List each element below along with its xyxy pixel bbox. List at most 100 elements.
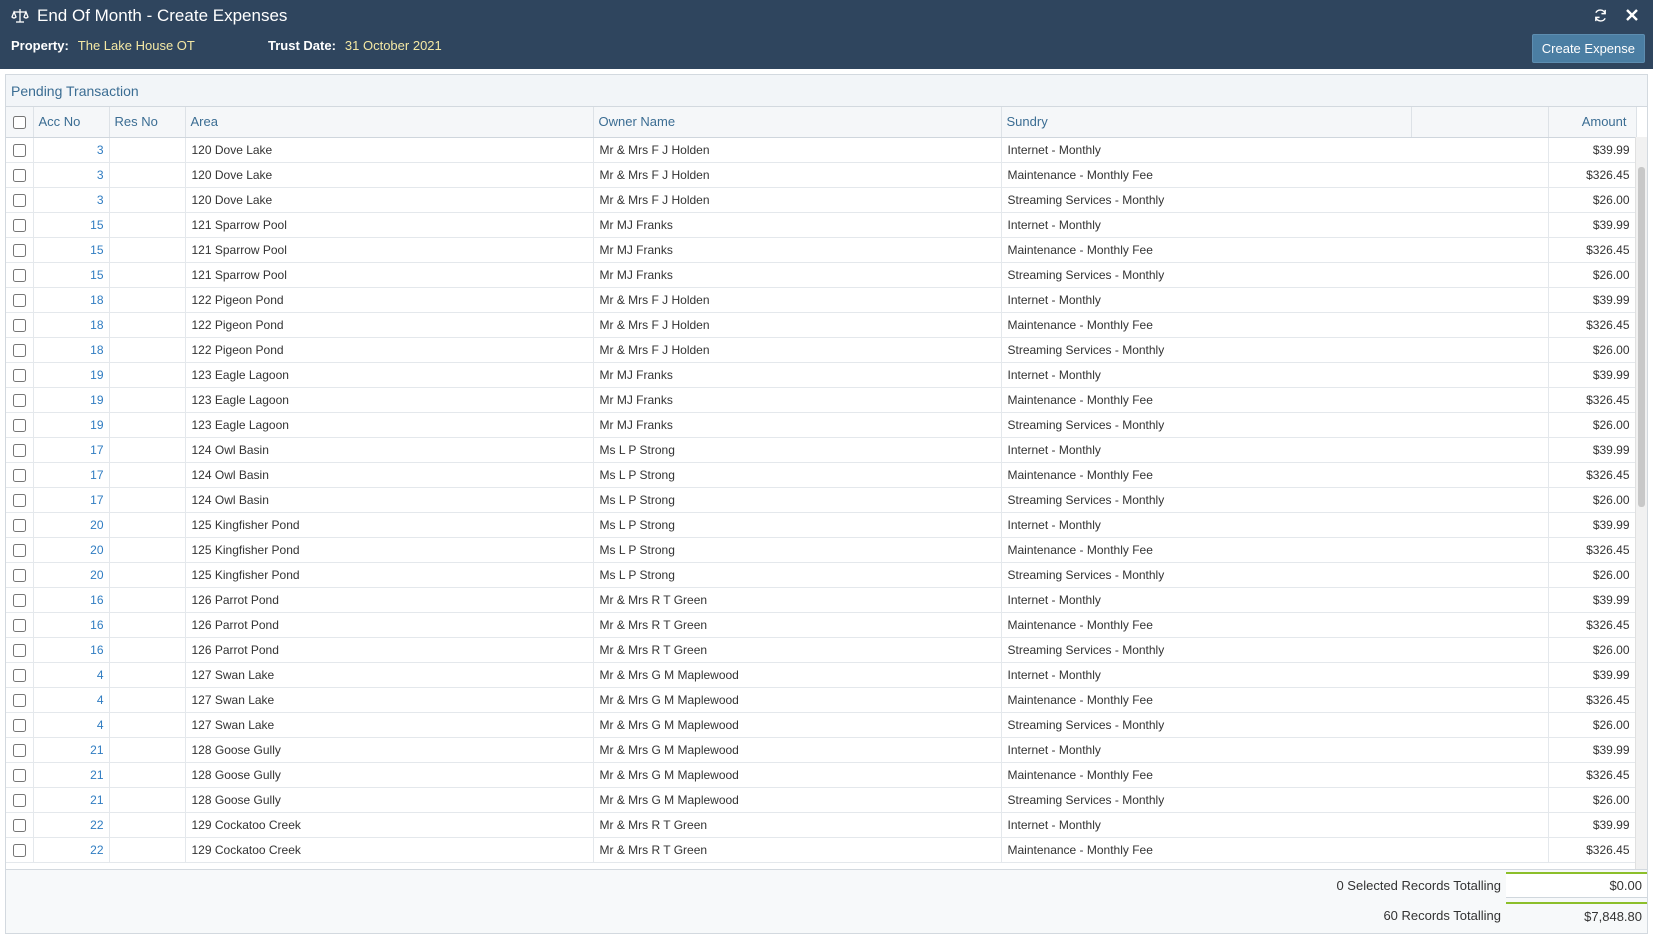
row-checkbox[interactable] — [12, 468, 26, 482]
acc-no-cell[interactable]: 3 — [33, 137, 110, 163]
row-checkbox[interactable] — [12, 593, 26, 607]
row-checkbox[interactable] — [12, 668, 26, 682]
acc-no-cell[interactable]: 19 — [33, 362, 110, 388]
row-checkbox[interactable] — [12, 818, 26, 832]
refresh-icon[interactable] — [1591, 6, 1609, 24]
row-checkbox[interactable] — [12, 343, 26, 357]
column-owner-name[interactable]: Owner Name — [593, 107, 1002, 138]
row-checkbox[interactable] — [12, 168, 26, 182]
acc-no-cell[interactable]: 16 — [33, 587, 110, 613]
row-checkbox[interactable] — [12, 518, 26, 532]
table-row[interactable]: 19 123 Eagle Lagoon Mr MJ Franks Maintenanc… — [6, 387, 1637, 413]
acc-no-cell[interactable]: 22 — [33, 812, 110, 838]
column-acc-no[interactable]: Acc No — [33, 107, 110, 138]
acc-no-cell[interactable]: 18 — [33, 287, 110, 313]
table-row[interactable]: 18 122 Pigeon Pond Mr & Mrs F J Holden Inte… — [6, 287, 1637, 313]
column-amount[interactable]: Amount — [1548, 107, 1637, 138]
table-row[interactable]: 20 125 Kingfisher Pond Ms L P Strong Intern… — [6, 512, 1637, 538]
acc-no-cell[interactable]: 18 — [33, 337, 110, 363]
table-row[interactable]: 19 123 Eagle Lagoon Mr MJ Franks Streaming … — [6, 412, 1637, 438]
row-checkbox[interactable] — [12, 418, 26, 432]
acc-no-cell[interactable]: 16 — [33, 637, 110, 663]
acc-no-cell[interactable]: 22 — [33, 837, 110, 863]
row-checkbox[interactable] — [12, 443, 26, 457]
table-row[interactable]: 21 128 Goose Gully Mr & Mrs G M Maplewood I… — [6, 737, 1637, 763]
table-row[interactable]: 3 120 Dove Lake Mr & Mrs F J Holden Mainten… — [6, 162, 1637, 188]
acc-no-cell[interactable]: 15 — [33, 262, 110, 288]
row-checkbox[interactable] — [12, 693, 26, 707]
acc-no-cell[interactable]: 19 — [33, 387, 110, 413]
acc-no-cell[interactable]: 21 — [33, 762, 110, 788]
acc-no-cell[interactable]: 16 — [33, 612, 110, 638]
table-row[interactable]: 17 124 Owl Basin Ms L P Strong Internet - M… — [6, 437, 1637, 463]
table-row[interactable]: 21 128 Goose Gully Mr & Mrs G M Maplewood S… — [6, 787, 1637, 813]
table-row[interactable]: 20 125 Kingfisher Pond Ms L P Strong Mainte… — [6, 537, 1637, 563]
table-row[interactable]: 16 126 Parrot Pond Mr & Mrs R T Green Maint… — [6, 612, 1637, 638]
row-checkbox[interactable] — [12, 568, 26, 582]
acc-no-cell[interactable]: 4 — [33, 712, 110, 738]
vertical-scrollbar[interactable] — [1635, 137, 1647, 869]
acc-no-cell[interactable]: 17 — [33, 462, 110, 488]
table-row[interactable]: 20 125 Kingfisher Pond Ms L P Strong Stream… — [6, 562, 1637, 588]
amount-cell: $326.45 — [1548, 462, 1637, 488]
table-row[interactable]: 17 124 Owl Basin Ms L P Strong Maintenance … — [6, 462, 1637, 488]
table-row[interactable]: 3 120 Dove Lake Mr & Mrs F J Holden Streami… — [6, 187, 1637, 213]
close-icon[interactable] — [1623, 6, 1641, 24]
row-checkbox[interactable] — [12, 243, 26, 257]
table-row[interactable]: 18 122 Pigeon Pond Mr & Mrs F J Holden Main… — [6, 312, 1637, 338]
acc-no-cell[interactable]: 19 — [33, 412, 110, 438]
acc-no-cell[interactable]: 3 — [33, 162, 110, 188]
acc-no-cell[interactable]: 15 — [33, 212, 110, 238]
table-row[interactable]: 22 129 Cockatoo Creek Mr & Mrs R T Green In… — [6, 812, 1637, 838]
acc-no-cell[interactable]: 18 — [33, 312, 110, 338]
row-checkbox[interactable] — [12, 718, 26, 732]
table-row[interactable]: 4 127 Swan Lake Mr & Mrs G M Maplewood Main… — [6, 687, 1637, 713]
acc-no-cell[interactable]: 17 — [33, 437, 110, 463]
table-row[interactable]: 16 126 Parrot Pond Mr & Mrs R T Green Strea… — [6, 637, 1637, 663]
column-sundry[interactable]: Sundry — [1001, 107, 1549, 138]
acc-no-cell[interactable]: 20 — [33, 562, 110, 588]
table-row[interactable]: 15 121 Sparrow Pool Mr MJ Franks Internet -… — [6, 212, 1637, 238]
row-checkbox[interactable] — [12, 143, 26, 157]
row-checkbox[interactable] — [12, 543, 26, 557]
row-checkbox[interactable] — [12, 768, 26, 782]
row-checkbox[interactable] — [12, 843, 26, 857]
table-row[interactable]: 15 121 Sparrow Pool Mr MJ Franks Streaming … — [6, 262, 1637, 288]
table-row[interactable]: 16 126 Parrot Pond Mr & Mrs R T Green Inter… — [6, 587, 1637, 613]
table-row[interactable]: 3 120 Dove Lake Mr & Mrs F J Holden Interne… — [6, 137, 1637, 163]
row-checkbox[interactable] — [12, 493, 26, 507]
row-checkbox[interactable] — [12, 743, 26, 757]
table-row[interactable]: 18 122 Pigeon Pond Mr & Mrs F J Holden Stre… — [6, 337, 1637, 363]
row-checkbox[interactable] — [12, 268, 26, 282]
table-row[interactable]: 22 129 Cockatoo Creek Mr & Mrs R T Green Ma… — [6, 837, 1637, 863]
table-row[interactable]: 4 127 Swan Lake Mr & Mrs G M Maplewood Inte… — [6, 662, 1637, 688]
create-expense-button[interactable]: Create Expense — [1531, 34, 1645, 63]
acc-no-cell[interactable]: 20 — [33, 512, 110, 538]
row-checkbox[interactable] — [12, 318, 26, 332]
table-row[interactable]: 4 127 Swan Lake Mr & Mrs G M Maplewood Stre… — [6, 712, 1637, 738]
row-checkbox[interactable] — [12, 793, 26, 807]
row-checkbox[interactable] — [12, 368, 26, 382]
table-row[interactable]: 21 128 Goose Gully Mr & Mrs G M Maplewood M… — [6, 762, 1637, 788]
row-checkbox[interactable] — [12, 218, 26, 232]
row-checkbox[interactable] — [12, 193, 26, 207]
acc-no-cell[interactable]: 21 — [33, 787, 110, 813]
acc-no-cell[interactable]: 17 — [33, 487, 110, 513]
table-row[interactable]: 19 123 Eagle Lagoon Mr MJ Franks Internet -… — [6, 362, 1637, 388]
row-checkbox[interactable] — [12, 393, 26, 407]
scrollbar-thumb[interactable] — [1638, 167, 1645, 507]
acc-no-cell[interactable]: 15 — [33, 237, 110, 263]
acc-no-cell[interactable]: 20 — [33, 537, 110, 563]
row-checkbox[interactable] — [12, 643, 26, 657]
table-row[interactable]: 17 124 Owl Basin Ms L P Strong Streaming Se… — [6, 487, 1637, 513]
column-res-no[interactable]: Res No — [109, 107, 186, 138]
row-checkbox[interactable] — [12, 618, 26, 632]
acc-no-cell[interactable]: 3 — [33, 187, 110, 213]
table-row[interactable]: 15 121 Sparrow Pool Mr MJ Franks Maintenanc… — [6, 237, 1637, 263]
select-all-checkbox[interactable] — [12, 116, 26, 130]
row-checkbox[interactable] — [12, 293, 26, 307]
acc-no-cell[interactable]: 21 — [33, 737, 110, 763]
column-area[interactable]: Area — [185, 107, 594, 138]
acc-no-cell[interactable]: 4 — [33, 687, 110, 713]
acc-no-cell[interactable]: 4 — [33, 662, 110, 688]
